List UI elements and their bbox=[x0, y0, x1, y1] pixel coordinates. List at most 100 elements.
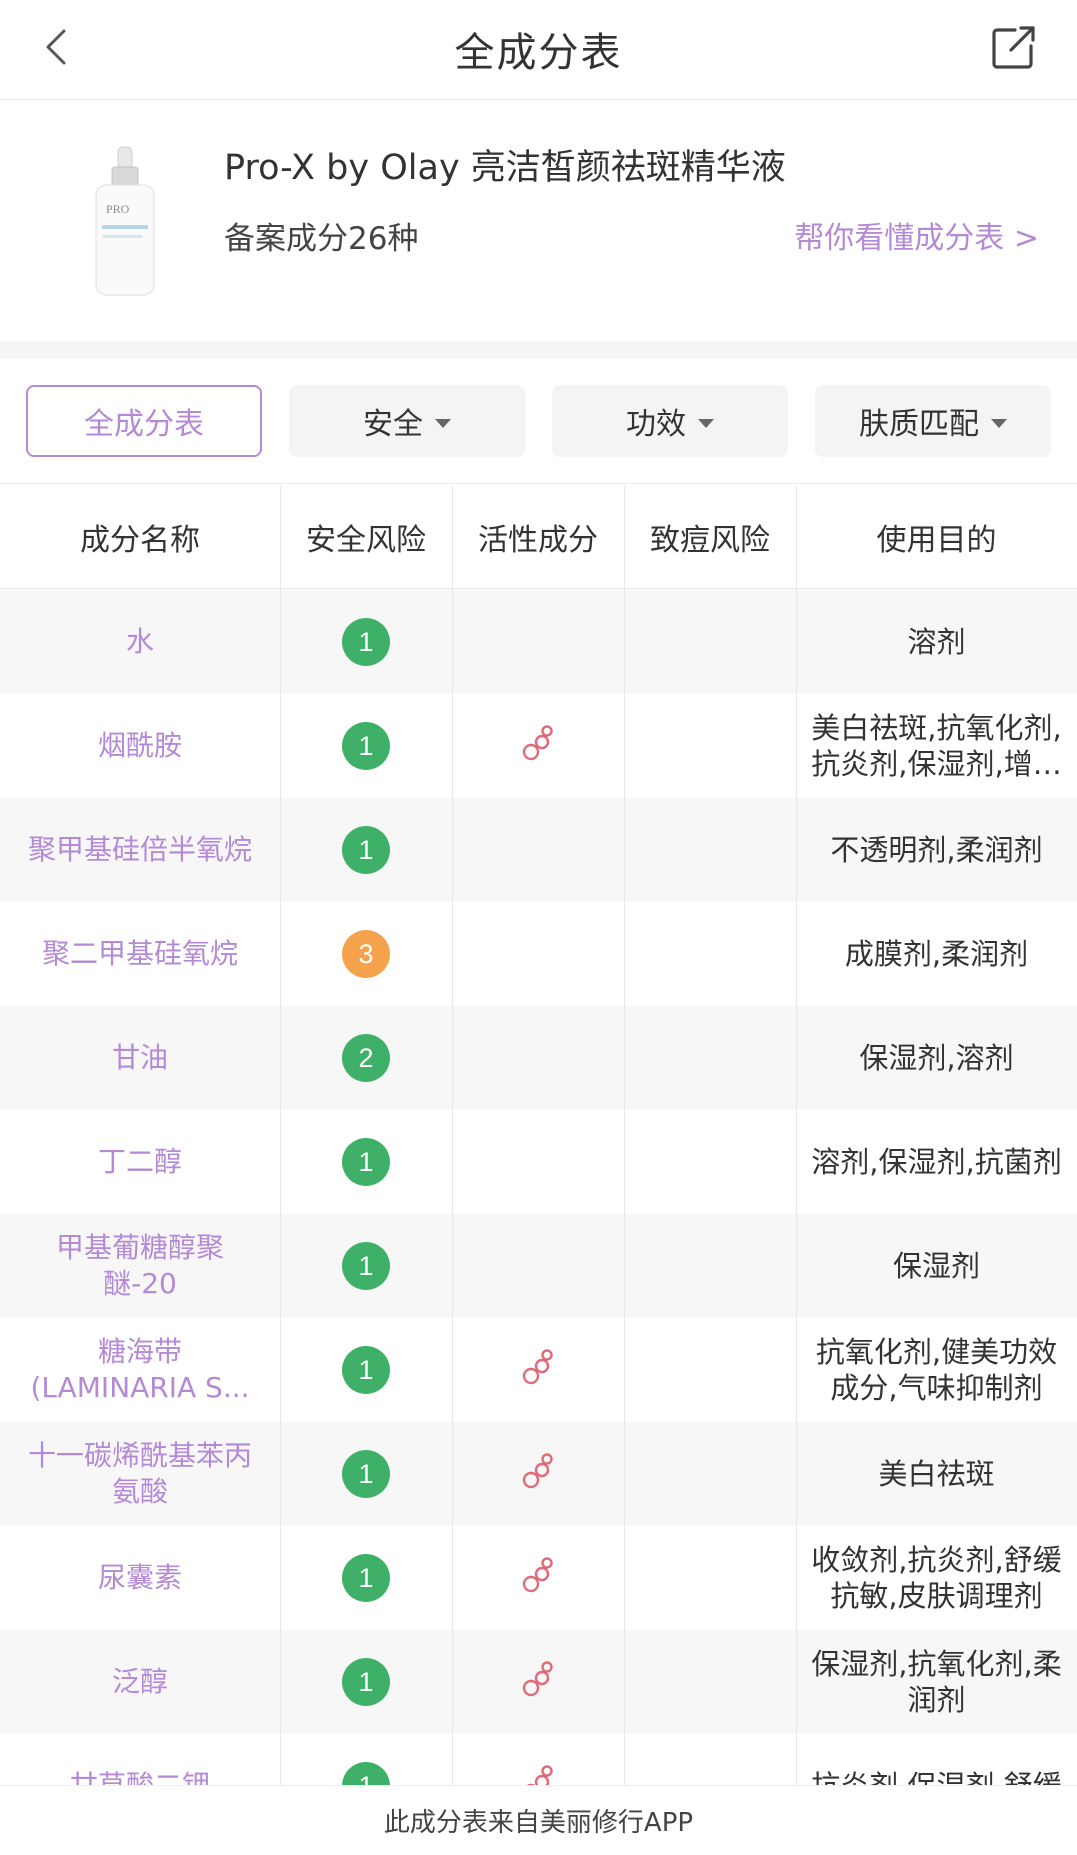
safety-risk-cell: 1 bbox=[280, 1422, 452, 1526]
ingredient-name-line: 聚二甲基硅氧烷 bbox=[41, 937, 238, 970]
active-ingredient-cell bbox=[452, 1422, 624, 1526]
risk-badge: 1 bbox=[342, 1658, 390, 1706]
ingredient-name[interactable]: 聚二甲基硅氧烷 bbox=[0, 902, 280, 1006]
ingredient-name[interactable]: 烟酰胺 bbox=[0, 694, 280, 798]
acne-risk-cell bbox=[624, 694, 796, 798]
tab-efficacy[interactable]: 功效 bbox=[552, 385, 788, 457]
safety-risk-cell: 1 bbox=[280, 1110, 452, 1214]
table-row[interactable]: 甘油 2 保湿剂,溶剂 bbox=[0, 1006, 1077, 1110]
active-ingredient-icon bbox=[518, 1660, 558, 1704]
purpose-cell: 美白祛斑 bbox=[796, 1422, 1077, 1526]
ingredient-name[interactable]: 水 bbox=[0, 590, 280, 694]
table-header: 成分名称 安全风险 活性成分 致痘风险 使用目的 bbox=[0, 485, 1077, 589]
table-row[interactable]: 糖海带 (LAMINARIA S... 1 抗氧化剂,健美功效 成分,气味抑制剂 bbox=[0, 1318, 1077, 1422]
ingredient-name[interactable]: 聚甲基硅倍半氧烷 bbox=[0, 798, 280, 902]
purpose-line: 收敛剂,抗炎剂,舒缓 bbox=[811, 1543, 1062, 1577]
ingredient-name[interactable]: 泛醇 bbox=[0, 1630, 280, 1734]
acne-risk-cell bbox=[624, 1110, 796, 1214]
active-ingredient-icon bbox=[518, 1452, 558, 1496]
purpose-cell: 收敛剂,抗炎剂,舒缓 抗敏,皮肤调理剂 bbox=[796, 1526, 1077, 1630]
purpose-cell: 保湿剂,抗氧化剂,柔 润剂 bbox=[796, 1630, 1077, 1734]
acne-risk-cell bbox=[624, 902, 796, 1006]
ingredient-name[interactable]: 尿囊素 bbox=[0, 1526, 280, 1630]
tab-safety[interactable]: 安全 bbox=[289, 385, 525, 457]
header-acne-risk: 致痘风险 bbox=[650, 523, 770, 558]
svg-text:PRO: PRO bbox=[106, 202, 130, 216]
caret-down-icon bbox=[991, 418, 1007, 428]
purpose-line: 美白祛斑 bbox=[878, 1457, 995, 1491]
safety-risk-cell: 1 bbox=[280, 1526, 452, 1630]
ingredient-list-page: 全成分表 PRO Pro-X by Olay 亮洁皙颜祛斑精华液 备案成分26种… bbox=[0, 0, 1077, 1855]
active-ingredient-cell bbox=[452, 1006, 624, 1110]
help-link[interactable]: 帮你看懂成分表 > bbox=[794, 213, 1039, 257]
purpose-line: 不透明剂,柔润剂 bbox=[830, 833, 1043, 867]
share-icon[interactable] bbox=[991, 24, 1037, 70]
header-purpose: 使用目的 bbox=[876, 523, 997, 558]
ingredient-name-line: 尿囊素 bbox=[97, 1561, 182, 1594]
ingredient-name[interactable]: 甘草酸二钾 bbox=[0, 1734, 280, 1785]
acne-risk-cell bbox=[624, 1526, 796, 1630]
risk-badge: 1 bbox=[342, 826, 390, 874]
ingredient-name-line: 聚甲基硅倍半氧烷 bbox=[27, 833, 252, 866]
header-name: 成分名称 bbox=[80, 523, 200, 558]
safety-risk-cell: 1 bbox=[280, 1734, 452, 1785]
active-ingredient-cell bbox=[452, 1318, 624, 1422]
purpose-line: 保湿剂,抗氧化剂,柔 bbox=[811, 1647, 1062, 1681]
caret-down-icon bbox=[698, 418, 714, 428]
ingredient-name-line: 糖海带 bbox=[97, 1335, 182, 1368]
safety-risk-cell: 1 bbox=[280, 1318, 452, 1422]
nav-bar: 全成分表 bbox=[0, 0, 1077, 100]
safety-risk-cell: 3 bbox=[280, 902, 452, 1006]
active-ingredient-cell bbox=[452, 1214, 624, 1318]
purpose-line: 美白祛斑,抗氧化剂, bbox=[811, 711, 1062, 745]
purpose-cell: 保湿剂,溶剂 bbox=[796, 1006, 1077, 1110]
risk-badge: 1 bbox=[342, 1242, 390, 1290]
table-row[interactable]: 聚甲基硅倍半氧烷 1 不透明剂,柔润剂 bbox=[0, 798, 1077, 902]
active-ingredient-cell bbox=[452, 1734, 624, 1785]
purpose-line: 保湿剂 bbox=[892, 1249, 980, 1283]
ingredient-name[interactable]: 糖海带 (LAMINARIA S... bbox=[0, 1318, 280, 1422]
ingredient-name-line: 氨酸 bbox=[111, 1475, 168, 1508]
safety-risk-cell: 1 bbox=[280, 1630, 452, 1734]
acne-risk-cell bbox=[624, 1006, 796, 1110]
table-row[interactable]: 甘草酸二钾 1 抗炎剂,保湿剂,舒缓 bbox=[0, 1734, 1077, 1785]
table-row[interactable]: 泛醇 1 保湿剂,抗氧化剂,柔 润剂 bbox=[0, 1630, 1077, 1734]
page-title: 全成分表 bbox=[454, 30, 623, 76]
section-divider bbox=[0, 341, 1077, 359]
ingredient-name-line: 甘草酸二钾 bbox=[70, 1768, 210, 1785]
tab-full-list[interactable]: 全成分表 bbox=[26, 385, 262, 457]
table-row[interactable]: 尿囊素 1 收敛剂,抗炎剂,舒缓 抗敏,皮肤调理剂 bbox=[0, 1526, 1077, 1630]
ingredient-name[interactable]: 甘油 bbox=[0, 1006, 280, 1110]
table-row[interactable]: 十一碳烯酰基苯丙 氨酸 1 美白祛斑 bbox=[0, 1422, 1077, 1526]
purpose-line: 溶剂 bbox=[907, 625, 966, 659]
purpose-cell: 抗氧化剂,健美功效 成分,气味抑制剂 bbox=[796, 1318, 1077, 1422]
purpose-line: 抗炎剂,保湿剂,增… bbox=[811, 747, 1062, 781]
tab-skin-type[interactable]: 肤质匹配 bbox=[815, 385, 1051, 457]
table-row[interactable]: 甲基葡糖醇聚 醚-20 1 保湿剂 bbox=[0, 1214, 1077, 1318]
active-ingredient-icon bbox=[518, 1556, 558, 1600]
ingredient-table: 水 1 溶剂 烟酰胺 1 美白祛斑,抗氧化剂, 抗炎剂,保湿剂,增… 聚甲基硅倍半氧烷 1 不透明… bbox=[0, 590, 1077, 1785]
tab-label: 肤质匹配 bbox=[859, 407, 979, 442]
purpose-cell: 成膜剂,柔润剂 bbox=[796, 902, 1077, 1006]
purpose-line: 溶剂,保湿剂,抗菌剂 bbox=[811, 1145, 1062, 1179]
active-ingredient-cell bbox=[452, 1526, 624, 1630]
risk-badge: 2 bbox=[342, 1034, 390, 1082]
table-row[interactable]: 丁二醇 1 溶剂,保湿剂,抗菌剂 bbox=[0, 1110, 1077, 1214]
acne-risk-cell bbox=[624, 1422, 796, 1526]
ingredient-name[interactable]: 甲基葡糖醇聚 醚-20 bbox=[0, 1214, 280, 1318]
ingredient-name[interactable]: 丁二醇 bbox=[0, 1110, 280, 1214]
column-divider bbox=[624, 485, 625, 1785]
safety-risk-cell: 2 bbox=[280, 1006, 452, 1110]
table-row[interactable]: 聚二甲基硅氧烷 3 成膜剂,柔润剂 bbox=[0, 902, 1077, 1006]
ingredient-count: 备案成分26种 bbox=[224, 221, 419, 257]
column-divider bbox=[796, 485, 797, 1785]
ingredient-name[interactable]: 十一碳烯酰基苯丙 氨酸 bbox=[0, 1422, 280, 1526]
table-row[interactable]: 烟酰胺 1 美白祛斑,抗氧化剂, 抗炎剂,保湿剂,增… bbox=[0, 694, 1077, 798]
risk-badge: 1 bbox=[342, 1762, 390, 1785]
purpose-cell: 保湿剂 bbox=[796, 1214, 1077, 1318]
purpose-cell: 抗炎剂,保湿剂,舒缓 bbox=[796, 1734, 1077, 1785]
header-safety-risk: 安全风险 bbox=[306, 523, 426, 558]
tab-label: 功效 bbox=[626, 407, 686, 442]
table-row[interactable]: 水 1 溶剂 bbox=[0, 590, 1077, 694]
active-ingredient-cell bbox=[452, 798, 624, 902]
